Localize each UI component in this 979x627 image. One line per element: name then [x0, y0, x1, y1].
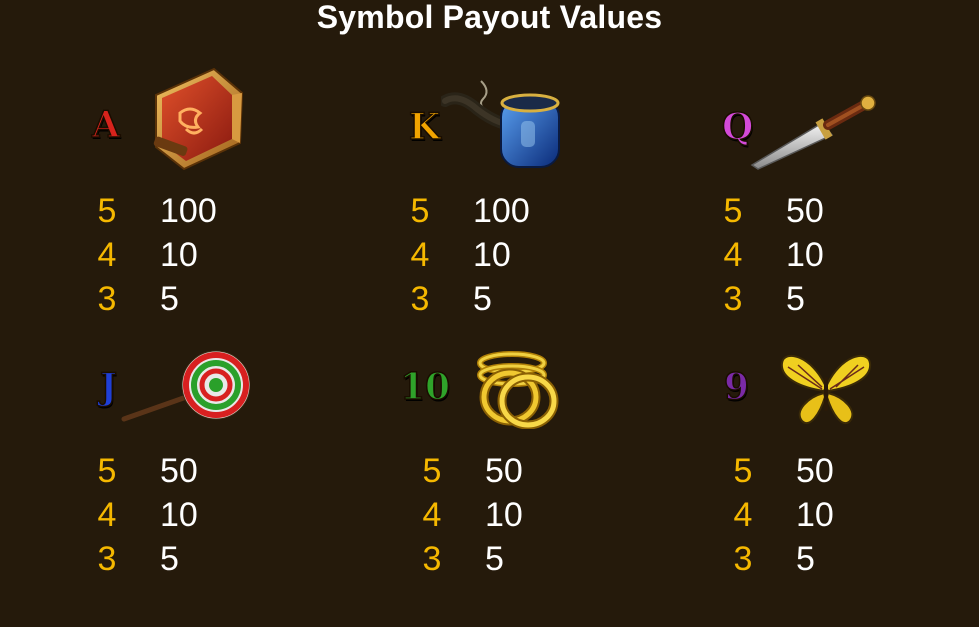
symbol-letter-k: K — [408, 106, 441, 148]
payout-value: 5 — [485, 540, 504, 578]
payout-row: 5 50 — [718, 189, 978, 233]
payout-value: 10 — [160, 496, 198, 534]
symbol-letter-a: A — [91, 104, 120, 146]
payout-row: 3 5 — [92, 537, 352, 581]
payout-value: 50 — [485, 452, 523, 490]
payout-row: 4 10 — [92, 493, 352, 537]
payout-row: 4 10 — [405, 233, 665, 277]
payout-value: 10 — [160, 236, 198, 274]
butterfly-icon — [780, 354, 872, 424]
payout-count: 5 — [422, 452, 442, 490]
payout-count: 4 — [422, 496, 442, 534]
lollipop-icon — [121, 350, 250, 422]
payout-row: 5 50 — [92, 449, 352, 493]
payout-count: 5 — [410, 192, 430, 230]
pipe-icon — [441, 80, 560, 168]
symbol-card-9: 9 5 50 4 10 3 5 — [718, 325, 979, 578]
payout-row: 5 50 — [417, 449, 677, 493]
payout-value: 50 — [160, 452, 198, 490]
symbol-letter-j: J — [99, 366, 118, 408]
symbol-letter-10: 10 — [399, 366, 451, 408]
payout-value: 10 — [786, 236, 824, 274]
payout-row: 4 10 — [417, 493, 677, 537]
payout-value: 5 — [160, 280, 179, 318]
payout-count: 4 — [410, 236, 430, 274]
payout-row: 3 5 — [405, 277, 665, 321]
payout-count: 3 — [733, 540, 753, 578]
payout-count: 5 — [97, 192, 117, 230]
payout-count: 4 — [97, 496, 117, 534]
symbol-card-a: A 5 100 4 10 3 5 — [91, 65, 392, 318]
payout-count: 3 — [97, 280, 117, 318]
dagger-icon — [750, 95, 876, 170]
payout-row: 4 10 — [728, 493, 979, 537]
symbol-card-k: K 5 100 4 10 3 5 — [405, 65, 705, 318]
payout-row: 3 5 — [718, 277, 978, 321]
payout-value: 100 — [160, 192, 217, 230]
payout-value: 50 — [796, 452, 834, 490]
payout-count: 3 — [723, 280, 743, 318]
symbol-letter-9: 9 — [723, 366, 750, 408]
payout-count: 5 — [723, 192, 743, 230]
payout-row: 4 10 — [92, 233, 352, 277]
payout-count: 3 — [410, 280, 430, 318]
payout-value: 50 — [786, 192, 824, 230]
symbol-card-10: 10 5 50 4 10 3 5 — [399, 325, 700, 578]
payout-count: 3 — [422, 540, 442, 578]
payout-count: 4 — [733, 496, 753, 534]
payout-row: 5 50 — [728, 449, 979, 493]
payout-value: 10 — [485, 496, 523, 534]
payout-value: 100 — [473, 192, 530, 230]
symbol-card-j: J 5 50 4 10 3 5 — [92, 325, 392, 578]
payout-count: 4 — [723, 236, 743, 274]
payout-value: 10 — [473, 236, 511, 274]
payout-count: 4 — [97, 236, 117, 274]
payout-row: 5 100 — [92, 189, 352, 233]
payout-count: 5 — [97, 452, 117, 490]
payout-row: 5 100 — [405, 189, 665, 233]
payout-value: 5 — [473, 280, 492, 318]
payout-count: 3 — [97, 540, 117, 578]
symbol-card-q: Q 5 50 4 10 3 5 — [718, 65, 979, 318]
gold-rings-icon — [477, 351, 559, 429]
payout-value: 5 — [160, 540, 179, 578]
payout-row: 3 5 — [417, 537, 677, 581]
payout-row: 4 10 — [718, 233, 978, 277]
payout-count: 5 — [733, 452, 753, 490]
payout-row: 3 5 — [92, 277, 352, 321]
payout-row: 3 5 — [728, 537, 979, 581]
payout-value: 5 — [796, 540, 815, 578]
page-title: Symbol Payout Values — [316, 0, 663, 35]
book-icon — [153, 67, 244, 171]
payout-value: 5 — [786, 280, 805, 318]
payout-value: 10 — [796, 496, 834, 534]
